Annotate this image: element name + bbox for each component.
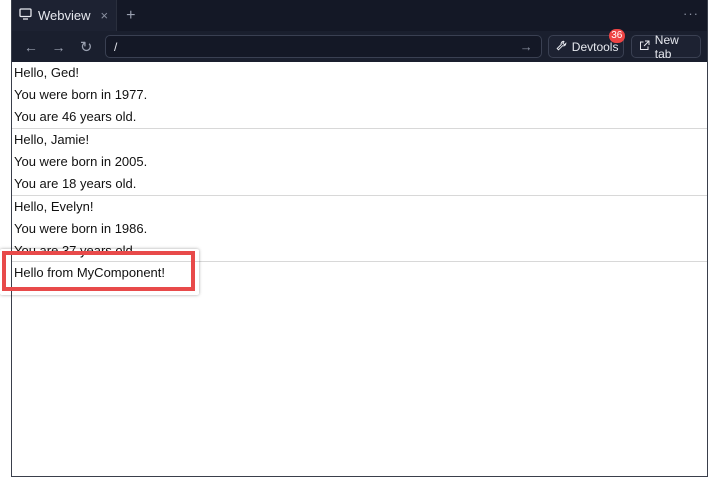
- go-arrow-icon[interactable]: →: [520, 39, 533, 54]
- reload-icon[interactable]: ↻: [75, 38, 97, 56]
- new-tab-label: New tab: [654, 32, 679, 61]
- forward-icon[interactable]: →: [48, 39, 70, 55]
- greeting-text: Hello, Evelyn!: [14, 199, 94, 214]
- toolbar: ← → ↻ / → Devtools 36 New tab: [12, 29, 707, 62]
- new-tab-button[interactable]: New tab: [630, 32, 701, 61]
- birth-year-text: You were born in 2005.: [14, 154, 148, 169]
- more-icon[interactable]: ···: [683, 6, 699, 21]
- greeting-text: Hello, Jamie!: [14, 132, 90, 147]
- external-link-icon: [639, 40, 650, 54]
- webview-window: Webview × + ··· ← → ↻ / → Devtools 36 Ne…: [11, 0, 708, 477]
- tab-webview[interactable]: Webview ×: [12, 0, 118, 31]
- wrench-icon: [556, 40, 567, 54]
- birth-year-text: You were born in 1977.: [14, 87, 148, 102]
- url-input[interactable]: / →: [105, 35, 542, 58]
- greeting-text: Hello, Ged!: [14, 65, 80, 80]
- add-tab-icon[interactable]: +: [126, 7, 135, 25]
- tab-title: Webview: [38, 8, 91, 23]
- birth-year-text: You were born in 1986.: [14, 221, 148, 236]
- back-icon[interactable]: ←: [20, 39, 42, 55]
- devtools-button[interactable]: Devtools 36: [547, 29, 625, 58]
- monitor-icon: [19, 8, 32, 23]
- age-text: You are 18 years old.: [14, 176, 137, 191]
- highlight-box: [2, 251, 195, 291]
- devtools-count-badge: 36: [608, 29, 625, 43]
- tab-bar: Webview × + ···: [12, 0, 707, 31]
- close-icon[interactable]: ×: [101, 8, 109, 23]
- url-text: /: [114, 39, 118, 54]
- person-card: Hello, Jamie! You were born in 2005. You…: [12, 129, 707, 196]
- person-card: Hello, Ged! You were born in 1977. You a…: [12, 62, 707, 129]
- age-text: You are 46 years old.: [14, 109, 137, 124]
